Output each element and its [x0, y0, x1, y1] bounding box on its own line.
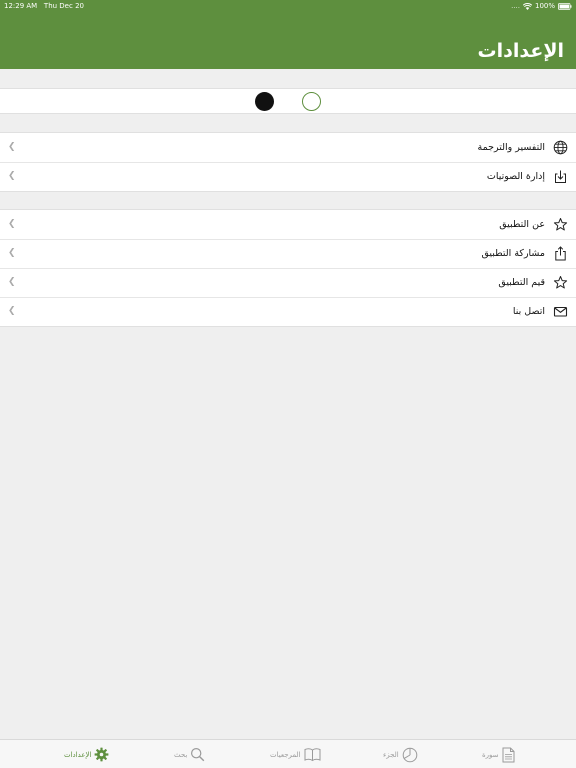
- settings-row-audio[interactable]: إدارة الصوتيات ❮: [0, 162, 576, 191]
- tab-label: المرجعيات: [270, 750, 301, 759]
- status-date: Thu Dec 20: [43, 2, 84, 10]
- tab-label: الإعدادات: [64, 750, 92, 759]
- tab-bar: الإعدادات بحث المرجعيات الجزء سورة: [0, 739, 576, 768]
- status-time: 12:29 AM: [4, 2, 38, 10]
- row-label: اتصل بنا: [512, 306, 545, 317]
- navigation-header: 12:29 AM Thu Dec 20 .... 100% الإعدادات: [0, 0, 576, 69]
- download-icon: [553, 169, 568, 184]
- status-time-date: 12:29 AM Thu Dec 20: [4, 0, 84, 12]
- page-title: الإعدادات: [477, 40, 564, 62]
- battery-icon: [558, 2, 572, 10]
- settings-row-tafsir[interactable]: التفسير والترجمة ❮: [0, 133, 576, 162]
- settings-row-share[interactable]: مشاركة التطبيق ❮: [0, 239, 576, 268]
- star-icon: [553, 275, 568, 290]
- status-indicators: .... 100%: [511, 0, 572, 12]
- settings-row-rate[interactable]: قيم التطبيق ❮: [0, 268, 576, 297]
- theme-selector: [0, 88, 576, 114]
- star-icon: [553, 217, 568, 232]
- row-label: التفسير والترجمة: [477, 142, 546, 153]
- battery-percent: 100%: [534, 2, 555, 10]
- chevron-left-icon: ❮: [8, 171, 16, 181]
- row-label: قيم التطبيق: [498, 277, 545, 288]
- tab-bookmarks[interactable]: المرجعيات: [270, 740, 321, 768]
- tab-settings[interactable]: الإعدادات: [64, 740, 109, 768]
- row-label: عن التطبيق: [499, 219, 545, 230]
- row-label: إدارة الصوتيات: [486, 171, 545, 182]
- globe-icon: [553, 140, 568, 155]
- pie-icon: [402, 747, 418, 763]
- chevron-left-icon: ❮: [8, 248, 16, 258]
- tab-juz[interactable]: الجزء: [383, 740, 418, 768]
- tab-surah[interactable]: سورة: [482, 740, 515, 768]
- tab-label: سورة: [482, 750, 499, 759]
- mail-icon: [553, 304, 568, 319]
- status-bar: 12:29 AM Thu Dec 20 .... 100%: [0, 0, 576, 12]
- chevron-left-icon: ❮: [8, 277, 16, 287]
- light-theme-option[interactable]: [302, 92, 321, 111]
- search-icon: [190, 747, 205, 762]
- row-label: مشاركة التطبيق: [481, 248, 545, 259]
- settings-row-about[interactable]: عن التطبيق ❮: [0, 210, 576, 239]
- settings-row-contact[interactable]: اتصل بنا ❮: [0, 297, 576, 326]
- dark-theme-option[interactable]: [255, 92, 274, 111]
- gear-icon: [94, 747, 109, 762]
- settings-group-content: التفسير والترجمة ❮ إدارة الصوتيات ❮: [0, 132, 576, 192]
- chevron-left-icon: ❮: [8, 142, 16, 152]
- chevron-left-icon: ❮: [8, 306, 16, 316]
- signal-dots: ....: [511, 2, 520, 10]
- tab-label: بحث: [174, 750, 188, 759]
- share-icon: [553, 246, 568, 261]
- settings-group-app: عن التطبيق ❮ مشاركة التطبيق ❮ قيم التطبي…: [0, 209, 576, 327]
- document-icon: [502, 747, 515, 763]
- tab-search[interactable]: بحث: [174, 740, 205, 768]
- tab-label: الجزء: [383, 750, 399, 759]
- book-icon: [304, 747, 321, 762]
- wifi-icon: [522, 2, 532, 10]
- chevron-left-icon: ❮: [8, 219, 16, 229]
